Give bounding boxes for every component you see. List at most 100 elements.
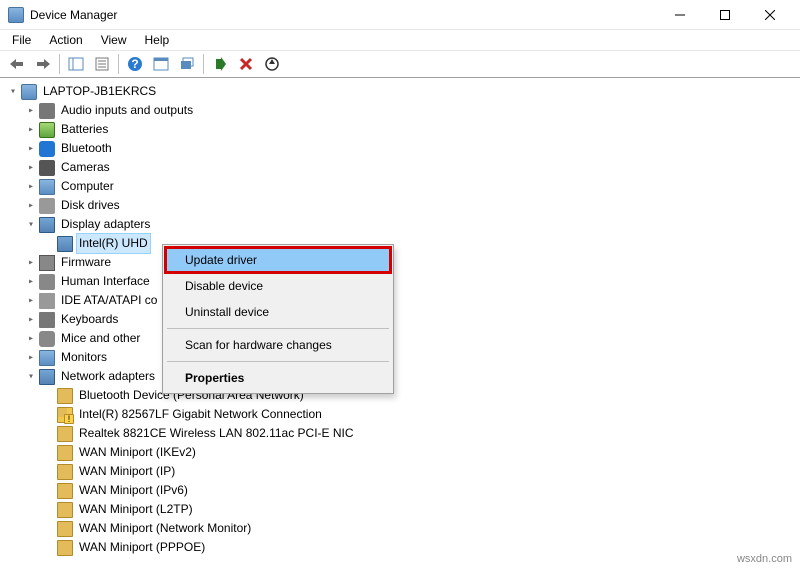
expand-icon[interactable]	[24, 291, 38, 310]
tree-category-display[interactable]: Display adapters	[6, 215, 794, 234]
tree-category-bluetooth[interactable]: Bluetooth	[6, 139, 794, 158]
tree-label: Human Interface	[59, 272, 152, 291]
tree-category-network[interactable]: Network adapters	[6, 367, 794, 386]
minimize-button[interactable]	[657, 0, 702, 30]
tree-category-computer[interactable]: Computer	[6, 177, 794, 196]
menu-bar: File Action View Help	[0, 30, 800, 50]
tree-label: Keyboards	[59, 310, 120, 329]
ctx-scan-hardware[interactable]: Scan for hardware changes	[165, 332, 391, 358]
device-tree[interactable]: LAPTOP-JB1EKRCS Audio inputs and outputs…	[0, 78, 800, 569]
tree-root[interactable]: LAPTOP-JB1EKRCS	[6, 82, 794, 101]
menu-action[interactable]: Action	[41, 31, 90, 49]
tree-label: Mice and other	[59, 329, 142, 348]
tree-label: WAN Miniport (IKEv2)	[77, 443, 198, 462]
expand-icon[interactable]	[24, 367, 38, 386]
tree-category-keyboards[interactable]: Keyboards	[6, 310, 794, 329]
window-title: Device Manager	[30, 8, 657, 22]
tree-label: Firmware	[59, 253, 113, 272]
tree-category-disk[interactable]: Disk drives	[6, 196, 794, 215]
scan-hardware-button[interactable]	[175, 52, 199, 76]
expand-icon[interactable]	[24, 310, 38, 329]
title-bar: Device Manager	[0, 0, 800, 30]
ctx-update-driver[interactable]: Update driver	[165, 247, 391, 273]
expand-icon[interactable]	[24, 329, 38, 348]
tree-label: WAN Miniport (IPv6)	[77, 481, 190, 500]
tree-category-cameras[interactable]: Cameras	[6, 158, 794, 177]
tree-item-net[interactable]: WAN Miniport (L2TP)	[6, 500, 794, 519]
display-icon	[39, 217, 55, 233]
tree-category-mice[interactable]: Mice and other	[6, 329, 794, 348]
tree-label: Batteries	[59, 120, 110, 139]
forward-button[interactable]	[31, 52, 55, 76]
tree-item-intel-uhd[interactable]: Intel(R) UHD	[6, 234, 794, 253]
expand-icon[interactable]	[24, 158, 38, 177]
app-icon	[8, 7, 24, 23]
ide-icon	[39, 293, 55, 309]
disk-icon	[39, 198, 55, 214]
close-button[interactable]	[747, 0, 792, 30]
expand-icon[interactable]	[24, 177, 38, 196]
expand-icon[interactable]	[24, 272, 38, 291]
tree-item-net[interactable]: Realtek 8821CE Wireless LAN 802.11ac PCI…	[6, 424, 794, 443]
tree-label: LAPTOP-JB1EKRCS	[41, 82, 158, 101]
expand-icon[interactable]	[24, 196, 38, 215]
tree-item-net[interactable]: WAN Miniport (PPPOE)	[6, 538, 794, 557]
menu-file[interactable]: File	[4, 31, 39, 49]
hid-icon	[39, 274, 55, 290]
network-adapter-icon	[57, 502, 73, 518]
tree-label: Bluetooth	[59, 139, 114, 158]
uninstall-device-button[interactable]	[234, 52, 258, 76]
battery-icon	[39, 122, 55, 138]
tree-item-net[interactable]: Intel(R) 82567LF Gigabit Network Connect…	[6, 405, 794, 424]
keyboard-icon	[39, 312, 55, 328]
ctx-disable-device[interactable]: Disable device	[165, 273, 391, 299]
svg-text:?: ?	[131, 57, 138, 71]
tree-label: WAN Miniport (Network Monitor)	[77, 519, 253, 538]
enable-device-button[interactable]	[208, 52, 232, 76]
properties-button[interactable]	[90, 52, 114, 76]
show-hide-console-tree-button[interactable]	[64, 52, 88, 76]
menu-separator	[167, 328, 389, 329]
tree-category-batteries[interactable]: Batteries	[6, 120, 794, 139]
menu-view[interactable]: View	[93, 31, 135, 49]
expand-icon[interactable]	[24, 348, 38, 367]
bluetooth-icon	[39, 141, 55, 157]
chip-icon	[39, 255, 55, 271]
toolbar-separator	[203, 54, 204, 74]
expand-icon[interactable]	[24, 120, 38, 139]
network-adapter-icon	[57, 521, 73, 537]
ctx-uninstall-device[interactable]: Uninstall device	[165, 299, 391, 325]
expand-icon[interactable]	[24, 139, 38, 158]
action-button[interactable]	[149, 52, 173, 76]
menu-help[interactable]: Help	[137, 31, 178, 49]
expand-icon[interactable]	[6, 82, 20, 101]
tree-category-ide[interactable]: IDE ATA/ATAPI co	[6, 291, 794, 310]
tree-item-net[interactable]: WAN Miniport (IPv6)	[6, 481, 794, 500]
tree-label: Monitors	[59, 348, 109, 367]
maximize-button[interactable]	[702, 0, 747, 30]
tree-item-net[interactable]: WAN Miniport (IP)	[6, 462, 794, 481]
tree-item-net[interactable]: Bluetooth Device (Personal Area Network)	[6, 386, 794, 405]
network-adapter-icon	[57, 426, 73, 442]
tree-item-net[interactable]: WAN Miniport (IKEv2)	[6, 443, 794, 462]
update-driver-button[interactable]	[260, 52, 284, 76]
network-adapter-warning-icon	[57, 407, 73, 423]
tree-label: Realtek 8821CE Wireless LAN 802.11ac PCI…	[77, 424, 356, 443]
camera-icon	[39, 160, 55, 176]
tree-category-audio[interactable]: Audio inputs and outputs	[6, 101, 794, 120]
back-button[interactable]	[5, 52, 29, 76]
expand-icon[interactable]	[24, 215, 38, 234]
tree-item-net[interactable]: WAN Miniport (Network Monitor)	[6, 519, 794, 538]
tree-label: Computer	[59, 177, 116, 196]
tree-label: Network adapters	[59, 367, 157, 386]
mouse-icon	[39, 331, 55, 347]
tree-category-firmware[interactable]: Firmware	[6, 253, 794, 272]
ctx-properties[interactable]: Properties	[165, 365, 391, 391]
expand-icon[interactable]	[24, 253, 38, 272]
tree-category-monitors[interactable]: Monitors	[6, 348, 794, 367]
expand-icon[interactable]	[24, 101, 38, 120]
tree-category-hid[interactable]: Human Interface	[6, 272, 794, 291]
network-icon	[39, 369, 55, 385]
help-button[interactable]: ?	[123, 52, 147, 76]
menu-separator	[167, 361, 389, 362]
